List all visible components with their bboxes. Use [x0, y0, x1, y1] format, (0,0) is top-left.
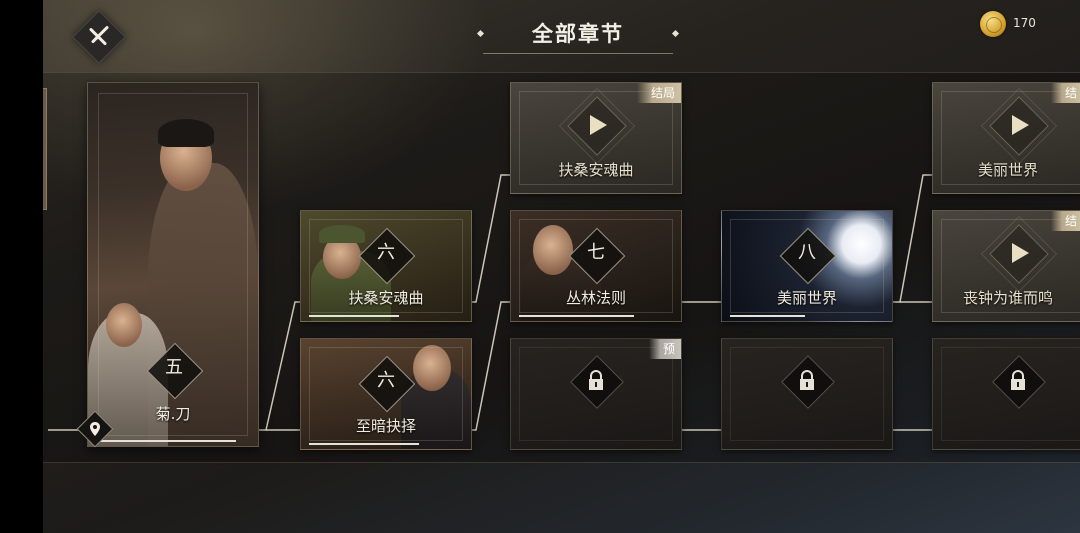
chapter-progress-bar [309, 315, 399, 317]
ending-tag: 结 [1050, 83, 1080, 103]
chapter-progress-bar [519, 315, 634, 317]
chapter-card-7[interactable]: 七 丛林法则 [510, 210, 682, 322]
location-pin-icon [90, 422, 100, 436]
preview-tag: 预 [648, 339, 681, 359]
ending-tag: 结局 [636, 83, 681, 103]
chapter-title: 扶桑安魂曲 [348, 289, 424, 307]
chapter-card-6a[interactable]: 六 扶桑安魂曲 [300, 210, 472, 322]
chapter-number: 八 [798, 242, 816, 263]
locked-chapter-card-2[interactable] [721, 338, 893, 450]
chapter-title: 美丽世界 [776, 289, 837, 307]
locked-chapter-card-1[interactable]: 预 [510, 338, 682, 450]
ending-title: 丧钟为谁而鸣 [962, 289, 1053, 307]
chapter-card-5[interactable]: 五 菊.刀 [87, 82, 259, 447]
left-black-bar [0, 0, 43, 533]
chapter-title: 至暗抉择 [355, 417, 416, 435]
chapter-card-8[interactable]: 八 美丽世界 [721, 210, 893, 322]
ending-title: 美丽世界 [977, 161, 1038, 179]
chapter-number: 七 [587, 242, 605, 263]
chapter-progress-bar [309, 443, 419, 445]
lock-icon [800, 370, 814, 390]
play-icon [1012, 115, 1029, 135]
chapter-title: 丛林法则 [565, 289, 626, 307]
ending-card-3[interactable]: 结 丧钟为谁而鸣 [932, 210, 1080, 322]
play-icon [590, 115, 607, 135]
lock-icon [1011, 370, 1025, 390]
chapter-number: 五 [165, 357, 183, 378]
chapter-card-6b[interactable]: 六 至暗抉择 [300, 338, 472, 450]
chapter-select-screen: 全部章节 170 五 菊.刀 六 扶桑安魂曲 六 至暗抉择 七 丛林法则 八 美… [43, 0, 1080, 533]
ending-tag: 结 [1050, 211, 1080, 231]
chapter-number: 六 [377, 370, 395, 391]
previous-chapter-card-edge[interactable] [43, 88, 47, 210]
chapter-number: 六 [377, 242, 395, 263]
play-icon [1012, 243, 1029, 263]
chapter-progress-bar [730, 315, 805, 317]
ending-title: 扶桑安魂曲 [558, 161, 634, 179]
chapter-progress-bar [96, 440, 236, 442]
lock-icon [589, 370, 603, 390]
ending-card-1[interactable]: 结局 扶桑安魂曲 [510, 82, 682, 194]
ending-card-2[interactable]: 结 美丽世界 [932, 82, 1080, 194]
locked-chapter-card-3[interactable] [932, 338, 1080, 450]
chapter-title: 菊.刀 [155, 405, 191, 423]
